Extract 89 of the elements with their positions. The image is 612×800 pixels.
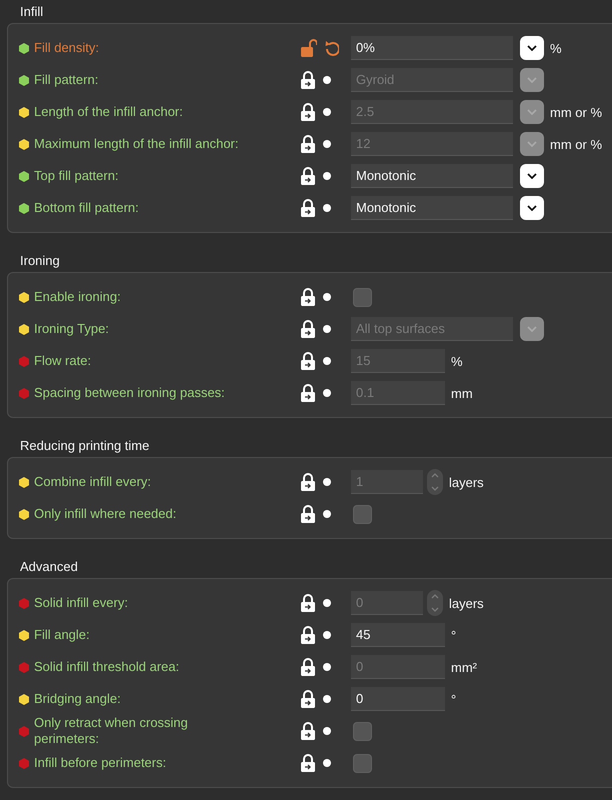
unit-label: mm (451, 386, 473, 400)
padlock-icon[interactable] (301, 505, 315, 523)
section-title: Reducing printing time (19, 438, 150, 453)
chevron-down-icon (527, 141, 537, 147)
combo-field[interactable]: Monotonic (351, 196, 513, 220)
dot-icon[interactable] (323, 204, 331, 212)
dot-icon[interactable] (323, 510, 331, 518)
setting-label: Only retract when crossing perimeters: (34, 715, 188, 747)
padlock-icon[interactable] (301, 71, 315, 89)
dot-icon[interactable] (323, 759, 331, 767)
padlock-icon[interactable] (301, 690, 315, 708)
checkbox[interactable] (353, 288, 372, 306)
padlock-icon[interactable] (301, 288, 315, 306)
setting-label: Solid infill every: (34, 595, 128, 611)
unit-label: % (451, 354, 463, 368)
setting-label: Only infill where needed: (34, 506, 176, 522)
setting-label: Enable ironing: (34, 289, 121, 305)
setting-label: Infill before perimeters: (34, 755, 166, 771)
unit-label: ° (451, 628, 456, 642)
chevron-down-icon (527, 45, 537, 51)
checkbox[interactable] (353, 722, 372, 740)
padlock-icon[interactable] (301, 352, 315, 370)
padlock-icon[interactable] (301, 754, 315, 772)
padlock-icon[interactable] (301, 658, 315, 676)
section-title: Infill (19, 4, 44, 19)
setting-label: Bottom fill pattern: (34, 200, 139, 216)
setting-label: Combine infill every: (34, 474, 152, 490)
padlock-icon[interactable] (301, 384, 315, 402)
checkbox[interactable] (353, 504, 372, 524)
input-field[interactable]: 45 (351, 623, 445, 647)
unit-label: layers (449, 596, 484, 610)
unit-label: layers (449, 474, 484, 490)
dot-icon[interactable] (323, 631, 331, 639)
padlock-icon[interactable] (301, 473, 315, 491)
padlock-icon[interactable] (301, 594, 315, 612)
combo-field[interactable]: Monotonic (351, 164, 513, 188)
unlocked-padlock-icon[interactable] (301, 39, 317, 57)
setting-label: Ironing Type: (34, 321, 109, 337)
unit-label: mm² (451, 660, 477, 674)
unit-label: ° (451, 692, 456, 706)
dot-icon[interactable] (323, 663, 331, 671)
dot-icon[interactable] (323, 727, 331, 735)
padlock-icon[interactable] (301, 722, 315, 740)
dot-icon[interactable] (323, 478, 331, 486)
padlock-icon[interactable] (301, 167, 315, 185)
dropdown-button[interactable] (520, 196, 544, 220)
padlock-icon[interactable] (301, 135, 315, 153)
unit-label: % (550, 40, 562, 56)
setting-label: Solid infill threshold area: (34, 659, 180, 675)
setting-label: Flow rate: (34, 353, 92, 369)
dot-icon[interactable] (323, 108, 331, 116)
dropdown-button[interactable] (520, 164, 544, 188)
chevron-down-icon (527, 326, 537, 332)
dot-icon[interactable] (323, 76, 331, 84)
dot-icon[interactable] (323, 599, 331, 607)
dropdown-button[interactable] (520, 36, 544, 60)
spinner-arrows-icon[interactable] (427, 469, 443, 495)
dot-icon[interactable] (323, 357, 331, 365)
padlock-icon[interactable] (301, 103, 315, 121)
unit-label: mm or % (550, 104, 602, 120)
setting-label: Fill pattern: (34, 72, 98, 88)
checkbox[interactable] (353, 754, 372, 772)
setting-label: Spacing between ironing passes: (34, 385, 225, 401)
chevron-down-icon (527, 205, 537, 211)
padlock-icon[interactable] (301, 199, 315, 217)
dot-icon[interactable] (323, 389, 331, 397)
input-field[interactable]: 0 (351, 687, 445, 711)
chevron-down-icon (527, 77, 537, 83)
setting-label: Fill angle: (34, 627, 90, 643)
unit-label: mm or % (550, 136, 602, 152)
section-title: Advanced (19, 559, 79, 574)
combo-field[interactable]: 0% (351, 36, 513, 60)
section-title: Ironing (19, 253, 61, 268)
chevron-down-icon (527, 109, 537, 115)
dot-icon[interactable] (323, 293, 331, 301)
undo-arrow-icon[interactable] (325, 40, 339, 56)
dot-icon[interactable] (323, 325, 331, 333)
dot-icon[interactable] (323, 695, 331, 703)
dot-icon[interactable] (323, 140, 331, 148)
padlock-icon[interactable] (301, 626, 315, 644)
chevron-down-icon (527, 173, 537, 179)
spinner-arrows-icon[interactable] (427, 590, 443, 616)
dot-icon[interactable] (323, 172, 331, 180)
setting-label: Bridging angle: (34, 691, 121, 707)
padlock-icon[interactable] (301, 320, 315, 338)
setting-label: Fill density: (34, 40, 100, 56)
setting-label: Top fill pattern: (34, 168, 119, 184)
setting-label: Maximum length of the infill anchor: (34, 136, 238, 152)
setting-label: Length of the infill anchor: (34, 104, 183, 120)
